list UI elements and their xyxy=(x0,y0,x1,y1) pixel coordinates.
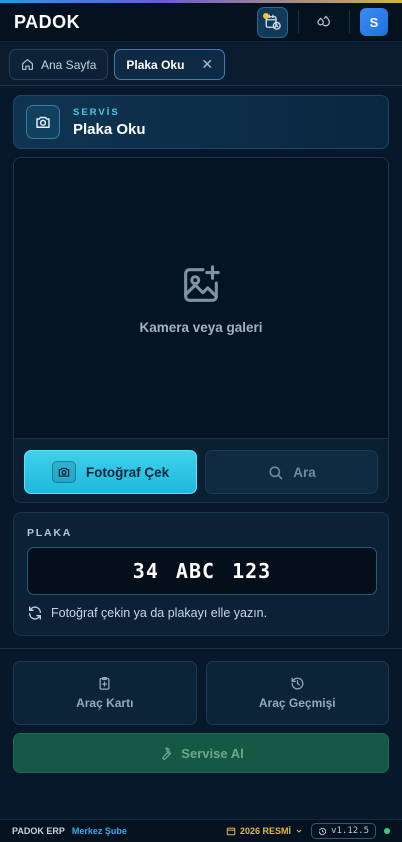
status-bar: PADOK ERP Merkez Şube 2026 RESMİ v1.12.5 xyxy=(0,819,402,842)
calendar-button[interactable] xyxy=(257,6,288,38)
notification-dot xyxy=(263,12,269,19)
tab-plate-reader-label: Plaka Oku xyxy=(126,57,185,72)
theme-toggle-button[interactable] xyxy=(309,7,339,37)
version-label: v1.12.5 xyxy=(331,826,369,836)
clipboard-plus-icon xyxy=(99,676,110,690)
search-button[interactable]: Ara xyxy=(205,450,378,494)
plate-card: PLAKA 34 ABC 123 Fotoğraf çekin ya da pl… xyxy=(13,512,389,636)
service-header-card: SERVİS Plaka Oku xyxy=(13,95,389,149)
top-bar: PADOK S xyxy=(0,3,402,42)
plate-hint-text: Fotoğraf çekin ya da plakayı elle yazın. xyxy=(51,606,268,620)
service-label: SERVİS xyxy=(73,106,120,118)
branch-link[interactable]: Merkez Şube xyxy=(72,826,127,836)
camera-icon xyxy=(51,461,76,483)
section-divider xyxy=(0,648,402,649)
droplets-icon xyxy=(317,15,330,27)
header-divider xyxy=(298,11,299,33)
header-divider xyxy=(349,11,350,33)
vehicle-actions: Araç Kartı Araç Geçmişi xyxy=(13,661,389,725)
close-icon[interactable]: ✕ xyxy=(201,56,213,73)
chevron-down-icon xyxy=(296,829,302,833)
camera-panel: Kamera veya galeri Fotoğraf Çek Ara xyxy=(13,157,389,503)
vehicle-card-label: Araç Kartı xyxy=(76,696,134,710)
tab-home-label: Ana Sayfa xyxy=(41,57,97,72)
fiscal-year-label: 2026 RESMİ xyxy=(240,826,292,836)
user-avatar[interactable]: S xyxy=(360,8,388,36)
image-plus-icon xyxy=(184,264,220,302)
service-text: SERVİS Plaka Oku xyxy=(73,107,146,138)
status-right: 2026 RESMİ v1.12.5 xyxy=(226,823,390,839)
app-brand: PADOK xyxy=(14,11,81,32)
take-to-service-label: Servise Al xyxy=(181,745,244,761)
top-actions: S xyxy=(257,6,388,38)
vehicle-history-label: Araç Geçmişi xyxy=(258,696,336,710)
plate-input[interactable]: 34 ABC 123 xyxy=(27,547,377,595)
tab-home[interactable]: Ana Sayfa xyxy=(9,49,109,80)
take-photo-label: Fotoğraf Çek xyxy=(85,464,170,480)
camera-placeholder-text: Kamera veya galeri xyxy=(139,319,263,335)
camera-icon xyxy=(26,105,60,139)
status-app-name: PADOK ERP xyxy=(12,826,65,836)
take-photo-button[interactable]: Fotoğraf Çek xyxy=(24,450,197,494)
search-label: Ara xyxy=(293,464,316,480)
refresh-icon xyxy=(29,606,41,620)
take-to-service-button[interactable]: Servise Al xyxy=(13,733,389,773)
history-icon xyxy=(291,677,304,690)
connection-status-indicator xyxy=(384,828,390,834)
history-icon xyxy=(318,827,327,835)
camera-preview-area[interactable]: Kamera veya galeri xyxy=(14,158,388,439)
tab-bar: Ana Sayfa Plaka Oku ✕ xyxy=(0,43,402,86)
version-badge[interactable]: v1.12.5 xyxy=(311,823,376,839)
fiscal-year-selector[interactable]: 2026 RESMİ xyxy=(226,826,303,836)
tab-plate-reader[interactable]: Plaka Oku ✕ xyxy=(114,49,226,80)
calendar-icon xyxy=(226,827,236,836)
wrench-icon xyxy=(162,747,172,760)
vehicle-history-button[interactable]: Araç Geçmişi xyxy=(205,661,389,725)
plate-hint: Fotoğraf çekin ya da plakayı elle yazın. xyxy=(27,605,375,621)
vehicle-card-button[interactable]: Araç Kartı xyxy=(13,661,197,725)
search-icon xyxy=(269,465,283,479)
page-title: Plaka Oku xyxy=(73,120,146,138)
camera-actions: Fotoğraf Çek Ara xyxy=(24,450,378,494)
home-icon xyxy=(22,59,33,70)
plate-label: PLAKA xyxy=(27,527,73,539)
